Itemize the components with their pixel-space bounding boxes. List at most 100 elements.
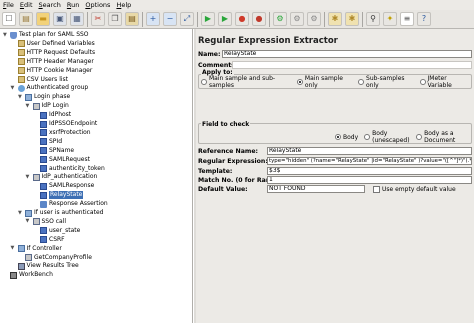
menu-edit[interactable]: Edit <box>20 1 33 9</box>
tree-node[interactable]: If Controller <box>17 245 62 253</box>
new-icon[interactable]: ☐ <box>2 12 16 26</box>
extractor-icon <box>40 165 47 172</box>
apply-to-option[interactable]: JMeter Variable <box>419 75 468 89</box>
open-icon[interactable]: ▬ <box>36 12 50 26</box>
search-icon[interactable]: ⚲ <box>366 12 380 26</box>
tree-node[interactable]: Response Assertion <box>40 200 108 208</box>
tree-node[interactable]: user_state <box>40 227 80 235</box>
start-no-pause-icon[interactable]: ▶ <box>218 12 232 26</box>
tree-node[interactable]: SAMLResponse <box>40 182 94 190</box>
tree-toggle[interactable]: ▼ <box>26 103 31 109</box>
apply-to-option[interactable]: Sub-samples only <box>358 75 414 89</box>
toolbar-separator <box>197 11 198 27</box>
tree-node[interactable]: SAMLRequest <box>40 156 90 164</box>
toolbar: ☐ ▤ ▬ ▣ ▦ ✂ ❐ ▤ + − ⤢ ▶ ▶ ● ● ⚙ ⚙ ⚙ ✱ ✱ ⚲ ✦ ≡? <box>0 10 474 29</box>
clear-icon[interactable]: ✱ <box>328 12 342 26</box>
save-icon[interactable]: ▣ <box>53 12 67 26</box>
tree-node[interactable]: HTTP Header Manager <box>17 58 94 66</box>
remote-exit-icon[interactable]: ⚙ <box>307 12 321 26</box>
empty-default-checkbox[interactable] <box>373 185 380 193</box>
copy-icon[interactable]: ❐ <box>108 12 122 26</box>
tree-node[interactable]: IdPhost <box>40 111 71 119</box>
apply-to-option[interactable]: Main sample only <box>296 75 352 89</box>
default-field[interactable]: NOT FOUND <box>267 185 365 193</box>
match-field[interactable]: 1 <box>267 176 472 184</box>
menu-help[interactable]: Help <box>116 1 131 9</box>
tree-node[interactable]: CSV Users list <box>17 75 69 84</box>
tree-node[interactable]: IdP_authentication <box>32 173 98 181</box>
tree-node[interactable]: xsrfProtection <box>40 129 91 137</box>
templates-icon[interactable]: ▤ <box>19 12 33 26</box>
menu-file[interactable]: File <box>3 1 14 9</box>
apply-to-option[interactable]: Main sample and sub-samples <box>201 75 291 89</box>
save-screenshot-icon[interactable]: ▦ <box>70 12 84 26</box>
tree-node[interactable]: SSO call <box>32 218 66 226</box>
field-to-check-options: Body Body (unescaped) Body as a Document <box>335 130 474 144</box>
regex-field[interactable]: type="hidden" (?name="RelayState" |id="R… <box>267 157 472 165</box>
tree-node[interactable]: If user is authenticated <box>25 209 103 217</box>
toggle-icon[interactable]: ⤢ <box>180 12 194 26</box>
tree-node[interactable]: IdPSSOEndpoint <box>40 120 97 128</box>
tree-node-label: CSV Users list <box>26 75 69 83</box>
tree-node-label: IdPSSOEndpoint <box>49 120 98 127</box>
clear-all-icon[interactable]: ✱ <box>345 12 359 26</box>
tree-node[interactable]: GetCompanyProfile <box>25 254 92 262</box>
tree-node[interactable]: SPId <box>40 138 62 146</box>
tree-node[interactable]: Test plan for SAML SSO <box>10 31 89 39</box>
menu-search[interactable]: Search <box>39 1 61 9</box>
menu-options[interactable]: Options <box>85 1 110 9</box>
field-radio[interactable] <box>364 134 371 140</box>
apply-to-radio[interactable] <box>201 79 207 85</box>
function-helper-icon[interactable]: ≡ <box>400 12 414 26</box>
tree-node[interactable]: SPName <box>40 147 74 155</box>
tree-node[interactable]: authenticity_token <box>40 165 105 173</box>
empty-default-option[interactable]: Use empty default value <box>373 185 456 193</box>
collapse-icon[interactable]: − <box>163 12 177 26</box>
tree-toggle[interactable]: ▼ <box>26 219 31 224</box>
tree-node[interactable]: CSRF <box>40 236 65 244</box>
test-plan-tree[interactable]: ▼ Test plan for SAML SSO User Defined Vari… <box>0 29 193 323</box>
tree-toggle[interactable]: ▼ <box>11 85 16 91</box>
menu-run[interactable]: Run <box>67 1 79 9</box>
tree-node[interactable]: User Defined Variables <box>17 40 95 48</box>
tree-toggle[interactable]: ▼ <box>18 210 23 216</box>
comments-field[interactable] <box>232 61 472 69</box>
tree-node-label: View Results Tree <box>26 262 79 270</box>
cut-icon[interactable]: ✂ <box>91 12 105 26</box>
ref-field[interactable]: RelayState <box>267 147 472 155</box>
tree-node[interactable]: Authenticated group <box>17 84 88 92</box>
stop-icon[interactable]: ● <box>235 12 249 26</box>
tree-node[interactable]: WorkBench <box>10 271 53 279</box>
apply-to-radio[interactable] <box>296 79 303 85</box>
field-to-check-legend: Field to check <box>201 121 251 128</box>
field-option[interactable]: Body (unescaped) <box>364 130 410 144</box>
remote-stop-icon[interactable]: ⚙ <box>290 12 304 26</box>
apply-to-radio[interactable] <box>358 79 365 85</box>
field-radio[interactable] <box>416 134 423 140</box>
tree-toggle[interactable]: ▼ <box>18 94 23 100</box>
remote-start-icon[interactable]: ⚙ <box>273 12 287 26</box>
name-field[interactable]: RelayState <box>222 50 472 58</box>
expand-icon[interactable]: + <box>146 12 160 26</box>
paste-icon[interactable]: ▤ <box>125 12 139 26</box>
field-radio[interactable] <box>335 134 341 140</box>
tree-toggle[interactable]: ▼ <box>3 32 8 38</box>
shutdown-icon[interactable]: ● <box>252 12 266 26</box>
tree-node[interactable]: Login phase <box>25 93 70 101</box>
tree-node-label: IdP_authentication <box>41 173 98 181</box>
template-field[interactable]: $3$ <box>267 167 472 175</box>
tree-node[interactable]: IdP Login <box>32 102 69 110</box>
editor-panel: Regular Expression Extractor Name: Relay… <box>196 29 474 323</box>
tree-toggle[interactable]: ▼ <box>26 174 31 180</box>
field-option[interactable]: Body <box>335 134 358 141</box>
tree-node[interactable]: HTTP Request Defaults <box>17 49 95 57</box>
reset-search-icon[interactable]: ✦ <box>383 12 397 26</box>
start-icon[interactable]: ▶ <box>201 12 215 26</box>
tree-node[interactable]: RelayState <box>40 191 84 200</box>
tree-toggle[interactable]: ▼ <box>11 246 16 251</box>
field-option[interactable]: Body as a Document <box>416 130 468 144</box>
tree-node[interactable]: HTTP Cookie Manager <box>17 67 92 75</box>
apply-to-radio[interactable] <box>419 79 426 85</box>
help-icon[interactable]: ? <box>417 12 431 26</box>
tree-node[interactable]: View Results Tree <box>17 262 79 270</box>
